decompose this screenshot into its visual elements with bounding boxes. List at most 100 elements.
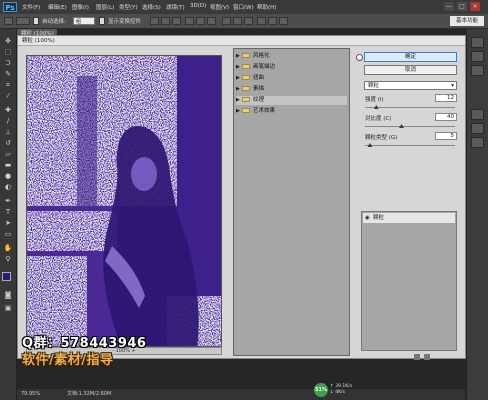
menu-layer[interactable]: 图层(L): [96, 3, 114, 11]
network-usage-badge[interactable]: 51%: [314, 383, 328, 397]
quick-mask-icon[interactable]: ◙: [3, 291, 13, 300]
eye-icon[interactable]: ◉: [365, 213, 370, 223]
workspace-dropdown[interactable]: 基本功能: [450, 16, 484, 26]
menu-select[interactable]: 选择(S): [142, 3, 161, 11]
paths-panel-icon[interactable]: [471, 137, 484, 148]
param-input-grain-type[interactable]: 5: [435, 132, 457, 140]
show-transform-checkbox[interactable]: [99, 17, 105, 25]
blur-tool-icon[interactable]: ●: [3, 172, 13, 181]
filter-folder-artistic[interactable]: ▶ 艺术效果: [236, 107, 347, 116]
auto-select-checkbox[interactable]: [33, 17, 39, 25]
shape-tool-icon[interactable]: ▭: [3, 230, 13, 239]
delete-effect-layer-icon[interactable]: [424, 354, 430, 360]
param-slider-contrast[interactable]: [365, 126, 455, 127]
align-hcenter-icon[interactable]: [196, 17, 205, 25]
chevron-down-icon: ▾: [451, 83, 454, 89]
path-select-tool-icon[interactable]: ➤: [3, 219, 13, 228]
pen-tool-icon[interactable]: ✒: [3, 197, 13, 206]
param-input-contrast[interactable]: 40: [435, 113, 457, 121]
effect-layer-panel: ◉ 颗粒: [361, 211, 457, 351]
menu-image[interactable]: 图像(I): [72, 3, 89, 11]
layers-panel-icon[interactable]: [471, 109, 484, 120]
align-vcenter-icon[interactable]: [161, 17, 170, 25]
channels-panel-icon[interactable]: [471, 123, 484, 134]
folder-label: 扭曲: [253, 75, 265, 81]
filter-folder-stylize[interactable]: ▶ 风格化: [236, 52, 347, 61]
photoshop-logo: Ps: [3, 2, 17, 12]
eraser-tool-icon[interactable]: ▱: [3, 150, 13, 159]
cancel-button[interactable]: 取消: [364, 65, 457, 75]
align-bottom-icon[interactable]: [172, 17, 181, 25]
watermark-qq-group: Q群：578443946: [22, 336, 147, 351]
screen-mode-icon[interactable]: ▣: [3, 304, 13, 313]
param-slider-intensity[interactable]: [365, 107, 455, 108]
filter-folder-texture[interactable]: ▶ 纹理: [236, 96, 347, 105]
history-brush-tool-icon[interactable]: ↺: [3, 139, 13, 148]
watermark-tagline: 软件/素材/指导: [22, 353, 114, 368]
menu-type[interactable]: 类型(Y): [119, 3, 138, 11]
param-input-intensity[interactable]: 12: [435, 94, 457, 102]
crop-tool-icon[interactable]: ⌗: [3, 81, 13, 90]
align-right-icon[interactable]: [207, 17, 216, 25]
swatches-panel-icon[interactable]: [471, 65, 484, 76]
menu-view[interactable]: 视图(V): [210, 3, 229, 11]
zoom-level[interactable]: 79.95%: [21, 389, 40, 400]
distribute-left-icon[interactable]: [257, 17, 266, 25]
param-label-intensity: 强度 (I): [365, 97, 384, 103]
maximize-button[interactable]: □: [457, 2, 467, 11]
distribute-bottom-icon[interactable]: [244, 17, 253, 25]
menu-file[interactable]: 文件(F): [22, 3, 40, 11]
menu-edit[interactable]: 编辑(E): [48, 3, 67, 11]
menu-3d[interactable]: 3D(D): [190, 3, 206, 9]
lasso-tool-icon[interactable]: ᑐ: [3, 59, 13, 68]
marquee-tool-icon[interactable]: ⬚: [3, 48, 13, 57]
filter-folder-sketch[interactable]: ▶ 素描: [236, 85, 347, 94]
history-panel-icon[interactable]: [471, 37, 484, 48]
menu-filter[interactable]: 滤镜(T): [166, 3, 185, 11]
tool-preset-icon[interactable]: [16, 17, 30, 25]
distribute-vcenter-icon[interactable]: [233, 17, 242, 25]
foreground-color-swatch[interactable]: [2, 272, 11, 281]
ok-button[interactable]: 确定: [364, 52, 457, 62]
filter-type-value: 颗粒: [368, 83, 380, 89]
filter-folder-brush-strokes[interactable]: ▶ 画笔描边: [236, 63, 347, 72]
properties-panel-icon[interactable]: [471, 51, 484, 62]
folder-icon: [242, 53, 250, 58]
auto-select-dropdown[interactable]: 组: [73, 17, 95, 25]
align-top-icon[interactable]: [150, 17, 159, 25]
filter-folder-distort[interactable]: ▶ 扭曲: [236, 74, 347, 83]
minimize-button[interactable]: —: [444, 2, 454, 11]
dodge-tool-icon[interactable]: ◐: [3, 183, 13, 192]
collapse-toggle-icon[interactable]: [356, 54, 363, 61]
options-bar: 自动选择: 组 显示变换控件 基本功能: [0, 14, 488, 29]
right-panel-dock: [466, 29, 488, 400]
healing-brush-tool-icon[interactable]: ✚: [3, 106, 13, 115]
param-slider-grain-type[interactable]: [365, 145, 455, 146]
filter-preview[interactable]: [26, 55, 222, 347]
new-effect-layer-icon[interactable]: [414, 354, 420, 360]
distribute-hcenter-icon[interactable]: [268, 17, 277, 25]
menu-bar: Ps 文件(F) 编辑(E) 图像(I) 图层(L) 类型(Y) 选择(S) 滤…: [0, 0, 488, 15]
distribute-top-icon[interactable]: [222, 17, 231, 25]
gradient-tool-icon[interactable]: ▬: [3, 161, 13, 170]
eyedropper-tool-icon[interactable]: ⁄: [3, 92, 13, 101]
move-tool-icon[interactable]: [4, 17, 13, 25]
filter-settings-panel: 确定 取消 颗粒 ▾ 强度 (I) 12 对比度 (C) 40 颗粒类型 (G) …: [356, 48, 464, 360]
quick-select-tool-icon[interactable]: ✎: [3, 70, 13, 79]
align-left-icon[interactable]: [185, 17, 194, 25]
filter-type-dropdown[interactable]: 颗粒 ▾: [364, 81, 457, 90]
effect-layer-row[interactable]: ◉ 颗粒: [363, 213, 455, 223]
hand-tool-icon[interactable]: ✋: [3, 244, 13, 253]
folder-label: 画笔描边: [253, 64, 276, 70]
menu-help[interactable]: 帮助(H): [257, 3, 276, 11]
clone-stamp-tool-icon[interactable]: ⊥: [3, 128, 13, 137]
brush-tool-icon[interactable]: ∕: [3, 117, 13, 126]
type-tool-icon[interactable]: T: [3, 208, 13, 217]
menu-window[interactable]: 窗口(W): [233, 3, 254, 11]
close-button[interactable]: ✕: [470, 2, 480, 11]
filter-gallery-dialog: 颗粒 (100%) - 100% + ▶ 风格化 ▶ 画笔描边 ▶ 扭曲 ▶ 素…: [17, 35, 466, 360]
move-tool-icon[interactable]: ✥: [3, 37, 13, 46]
param-label-contrast: 对比度 (C): [365, 116, 392, 122]
zoom-tool-icon[interactable]: ⚲: [3, 255, 13, 264]
distribute-right-icon[interactable]: [279, 17, 288, 25]
